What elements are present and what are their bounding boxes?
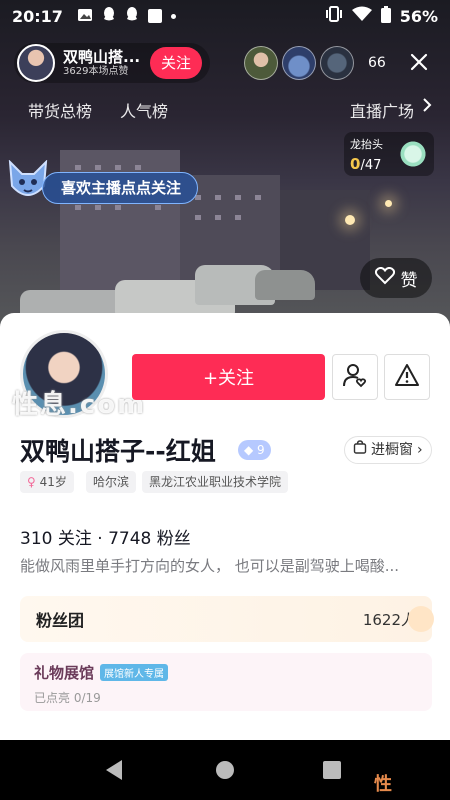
like-label: 赞 [400, 270, 418, 291]
home-nav-icon[interactable] [216, 761, 234, 779]
profile-nickname: 双鸭山搭子--红姐 [20, 437, 216, 466]
system-status: 56% [325, 5, 438, 27]
gift-hall-badge: 展馆新人专属 [100, 664, 169, 681]
viewer-count[interactable]: 66 [368, 55, 386, 71]
report-button[interactable] [384, 354, 430, 400]
follow-tip-bubble[interactable]: 喜欢主播点点关注 [42, 172, 199, 204]
gift-hall-title: 礼物展馆 [34, 664, 95, 682]
task-total: /47 [360, 158, 382, 173]
task-current: 0 [350, 155, 361, 173]
live-plaza-link[interactable]: 直播广场 [350, 98, 414, 122]
watermark-corner: 性息.com [374, 774, 392, 795]
tab-popularity-rank[interactable]: 人气榜 [120, 98, 168, 122]
heart-icon [374, 266, 395, 290]
battery-percent: 56% [399, 6, 438, 26]
like-button[interactable]: 赞 [360, 258, 432, 298]
chevron-right-icon: › [417, 442, 423, 458]
showcase-label: 进橱窗 [371, 442, 413, 458]
friend-icon [342, 362, 368, 392]
wifi-icon [351, 6, 372, 26]
follow-fan-stats[interactable]: 310 关注 · 7748 粉丝 [20, 524, 191, 549]
host-name: 双鸭山搭... [63, 48, 141, 66]
profile-bio: 能做风雨里单手打方向的女人， 也可以是副驾驶上喝酸... [20, 557, 400, 575]
viewer-avatar[interactable] [320, 46, 354, 80]
app-notification-icon [147, 9, 162, 23]
battery-icon [380, 5, 391, 27]
friend-button[interactable] [332, 354, 378, 400]
gift-hall-progress: 已点亮 0/19 [34, 691, 101, 705]
age-tag: ♀ 41岁 [20, 471, 74, 493]
fan-club-title: 粉丝团 [36, 611, 85, 630]
school-tag: 黑龙江农业职业技术学院 [142, 471, 289, 493]
shop-icon [353, 437, 367, 463]
tab-sales-rank[interactable]: 带货总榜 [28, 98, 92, 122]
gift-hall-card[interactable]: 礼物展馆 展馆新人专属 已点亮 0/19 [20, 653, 432, 711]
qq-icon [102, 6, 116, 26]
viewer-avatar[interactable] [282, 46, 316, 80]
image-icon [77, 7, 93, 26]
showcase-button[interactable]: 进橱窗 › [344, 436, 432, 464]
host-avatar[interactable] [17, 44, 55, 82]
close-icon[interactable] [410, 50, 428, 76]
profile-follow-button[interactable]: +关注 [132, 354, 325, 400]
city-tag: 哈尔滨 [86, 471, 137, 493]
chevron-right-icon[interactable] [422, 97, 432, 118]
report-icon [394, 363, 420, 391]
qq-icon [125, 6, 139, 26]
task-widget[interactable]: 龙抬头 0/47 [344, 132, 434, 176]
fan-club-card[interactable]: 粉丝团 1622人 [20, 596, 434, 642]
fan-level-badge[interactable]: ◆ 9 [238, 440, 271, 460]
female-icon: ♀ [27, 475, 36, 489]
fan-club-badge-icon [408, 606, 434, 632]
clock: 20:17 [12, 6, 63, 26]
vibrate-icon [325, 6, 343, 26]
back-nav-icon[interactable] [106, 760, 122, 780]
notification-icons [77, 6, 176, 26]
more-notifications-dot [170, 13, 176, 19]
live-follow-button[interactable]: 关注 [150, 47, 202, 79]
recent-nav-icon[interactable] [323, 761, 341, 779]
task-gift-icon [398, 140, 428, 168]
watermark-overlay: 性息.com [12, 390, 147, 420]
viewer-avatar[interactable] [244, 46, 278, 80]
host-like-count: 3629本场点赞 [63, 66, 129, 77]
status-bar: 20:17 56% [0, 0, 450, 32]
